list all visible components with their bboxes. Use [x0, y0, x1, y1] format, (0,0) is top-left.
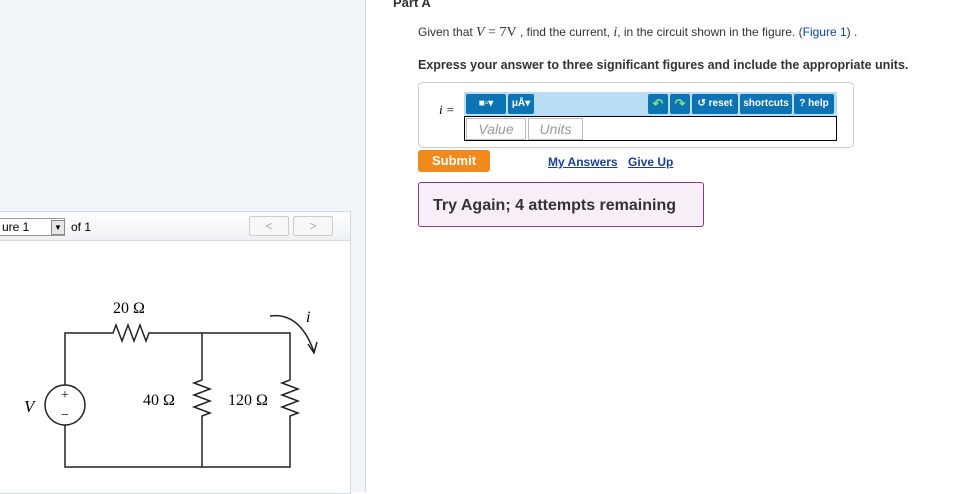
source-label: V: [24, 397, 37, 416]
submit-button[interactable]: Submit: [418, 150, 490, 172]
plus-sign: +: [61, 388, 69, 403]
reset-button[interactable]: ↺ reset: [692, 94, 738, 114]
templates-button[interactable]: ■▫▾: [466, 94, 506, 114]
part-title: Part A: [393, 0, 431, 10]
circuit-diagram: + − 20 Ω 40 Ω 120 Ω V i: [24, 300, 318, 468]
minus-sign: −: [61, 408, 69, 423]
r3-label: 120 Ω: [228, 392, 268, 409]
r2-label: 40 Ω: [143, 392, 175, 409]
resistor-40-branch: [191, 333, 213, 467]
help-button[interactable]: ? help: [794, 94, 834, 114]
r1-label: 20 Ω: [113, 300, 145, 317]
answer-toolbar: ■▫▾ μÅ▾ ↶ ↷ ↺ reset shortcuts ? help: [464, 92, 837, 116]
undo-button[interactable]: ↶: [648, 94, 668, 114]
answer-box: i = ■▫▾ μÅ▾ ↶ ↷ ↺ reset shortcuts ? help…: [418, 82, 854, 148]
feedback-message: Try Again; 4 attempts remaining: [418, 182, 704, 227]
problem-statement: Given that V = 7V , find the current, i,…: [418, 25, 858, 40]
instruction: Express your answer to three significant…: [418, 58, 909, 72]
shortcuts-button[interactable]: shortcuts: [740, 94, 792, 114]
units-input[interactable]: Units: [528, 118, 583, 140]
answer-label: i =: [439, 102, 455, 117]
give-up-link[interactable]: Give Up: [628, 155, 673, 169]
my-answers-link[interactable]: My Answers: [548, 155, 618, 169]
value-input[interactable]: Value: [466, 118, 526, 140]
answer-input-row: Value Units: [464, 116, 837, 141]
redo-button[interactable]: ↷: [670, 94, 690, 114]
figure-link[interactable]: Figure 1: [803, 25, 847, 39]
units-button[interactable]: μÅ▾: [508, 94, 534, 114]
current-label: i: [306, 309, 310, 326]
